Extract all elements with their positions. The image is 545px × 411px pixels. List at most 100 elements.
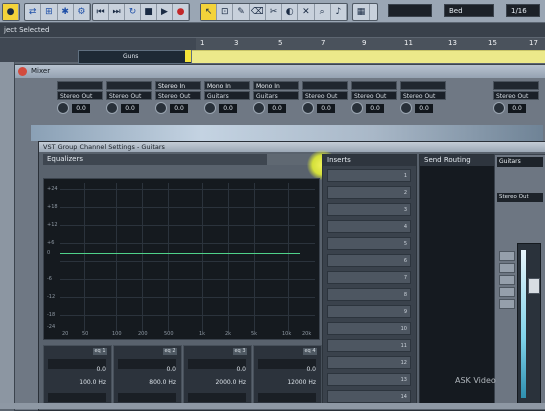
insert-slot[interactable]: 11 bbox=[327, 339, 411, 352]
strip-output[interactable]: Stereo Out bbox=[400, 91, 446, 100]
strip-output[interactable]: Guitars bbox=[253, 91, 299, 100]
monitor-button[interactable] bbox=[499, 299, 515, 309]
pan-knob-icon[interactable] bbox=[57, 102, 69, 114]
quantize-field[interactable]: 1/16 bbox=[506, 4, 540, 17]
eq-curve-display[interactable]: +24 +18 +12 +6 0 -6 -12 -18 -24 20 50 10… bbox=[43, 178, 320, 340]
mixer-strip[interactable]: Stereo Out 0.0 bbox=[302, 81, 348, 121]
strip-input[interactable] bbox=[351, 81, 397, 90]
eq-band-freq[interactable]: 100.0 Hz bbox=[48, 379, 106, 386]
auto-scroll-icon[interactable]: ✱ bbox=[58, 4, 74, 20]
activate-icon[interactable]: ● bbox=[3, 4, 19, 20]
constrain-icon[interactable]: ⇄ bbox=[25, 4, 42, 20]
scissors-icon[interactable]: ✂ bbox=[266, 4, 283, 20]
strip-input[interactable] bbox=[106, 81, 152, 90]
mute-icon[interactable]: ✕ bbox=[298, 4, 315, 20]
strip-input[interactable] bbox=[302, 81, 348, 90]
eraser-icon[interactable]: ⌫ bbox=[250, 4, 266, 20]
mixer-strip[interactable]: Stereo In Stereo Out 0.0 bbox=[155, 81, 201, 121]
q-knob-icon[interactable] bbox=[48, 393, 106, 402]
eq-band-gain[interactable]: 0.0 bbox=[188, 366, 246, 373]
eq-band-gain[interactable]: 0.0 bbox=[48, 366, 106, 373]
fader-handle[interactable] bbox=[528, 278, 540, 294]
strip-input[interactable] bbox=[400, 81, 446, 90]
stop-icon[interactable]: ■ bbox=[141, 4, 157, 20]
insert-slot[interactable]: 9 bbox=[327, 305, 411, 318]
eq-band-gain[interactable]: 0.0 bbox=[118, 366, 176, 373]
pan-knob-icon[interactable] bbox=[400, 102, 412, 114]
strip-input[interactable]: Mono In bbox=[204, 81, 250, 90]
insert-slot[interactable]: 12 bbox=[327, 356, 411, 369]
horizontal-scrollbar[interactable] bbox=[0, 403, 545, 409]
strip-input[interactable]: Stereo In bbox=[155, 81, 201, 90]
goto-end-icon[interactable]: ⏭ bbox=[109, 4, 125, 20]
eq-band-freq[interactable]: 800.0 Hz bbox=[118, 379, 176, 386]
mixer-strip[interactable]: Stereo Out 0.0 bbox=[57, 81, 103, 121]
insert-slot[interactable]: 1 bbox=[327, 169, 411, 182]
strip-output[interactable]: Stereo Out bbox=[155, 91, 201, 100]
eq-band-toggle[interactable]: eq 3 bbox=[233, 348, 247, 355]
mute-button[interactable] bbox=[499, 251, 515, 261]
mixer-strip[interactable]: Stereo Out 0.0 bbox=[351, 81, 397, 121]
audio-event-lane[interactable] bbox=[192, 50, 545, 63]
pan-knob-icon[interactable] bbox=[302, 102, 314, 114]
strip-input[interactable]: Mono In bbox=[253, 81, 299, 90]
q-knob-icon[interactable] bbox=[118, 393, 176, 402]
pan-knob-icon[interactable] bbox=[253, 102, 265, 114]
pan-knob-icon[interactable] bbox=[155, 102, 167, 114]
range-icon[interactable]: ⊡ bbox=[217, 4, 234, 20]
grid-type-field[interactable]: Bed bbox=[444, 4, 494, 17]
strip-output[interactable]: Stereo Out bbox=[106, 91, 152, 100]
eq-band-2[interactable]: eq 2 0.0 800.0 Hz bbox=[113, 345, 182, 409]
volume-fader[interactable] bbox=[517, 243, 541, 405]
eq-band-toggle[interactable]: eq 1 bbox=[93, 348, 107, 355]
goto-start-icon[interactable]: ⏮ bbox=[93, 4, 109, 20]
track-row[interactable]: Guns bbox=[78, 50, 192, 64]
mixer-title-bar[interactable]: Mixer bbox=[15, 65, 545, 78]
cycle-icon[interactable]: ↻ bbox=[125, 4, 141, 20]
close-icon[interactable] bbox=[18, 67, 27, 76]
eq-band-1[interactable]: eq 1 0.0 100.0 Hz bbox=[43, 345, 112, 409]
insert-slot[interactable]: 3 bbox=[327, 203, 411, 216]
eq-band-toggle[interactable]: eq 4 bbox=[303, 348, 317, 355]
strip-output[interactable]: Stereo Out bbox=[493, 91, 539, 100]
mixer-strip[interactable]: Stereo Out 0.0 bbox=[106, 81, 152, 121]
insert-slot[interactable]: 5 bbox=[327, 237, 411, 250]
write-button[interactable] bbox=[499, 287, 515, 297]
channel-settings-title[interactable]: VST Group Channel Settings - Guitars bbox=[39, 142, 545, 152]
pan-knob-icon[interactable] bbox=[351, 102, 363, 114]
pan-knob-icon[interactable] bbox=[204, 102, 216, 114]
pan-knob-icon[interactable] bbox=[493, 102, 505, 114]
insert-slot[interactable]: 13 bbox=[327, 373, 411, 386]
eq-curve[interactable] bbox=[60, 253, 300, 254]
pan-knob-icon[interactable] bbox=[106, 102, 118, 114]
insert-slot[interactable]: 4 bbox=[327, 220, 411, 233]
insert-slot[interactable]: 10 bbox=[327, 322, 411, 335]
strip-input[interactable] bbox=[493, 81, 539, 90]
eq-band-4[interactable]: eq 4 0.0 12000 Hz bbox=[253, 345, 322, 409]
insert-slot[interactable]: 8 bbox=[327, 288, 411, 301]
insert-slot[interactable]: 7 bbox=[327, 271, 411, 284]
zoom-icon[interactable]: ⌕ bbox=[315, 4, 331, 20]
strip-output[interactable]: Stereo Out bbox=[302, 91, 348, 100]
q-knob-icon[interactable] bbox=[258, 393, 316, 402]
insert-slot[interactable]: 6 bbox=[327, 254, 411, 267]
mixer-strip[interactable]: Stereo Out 0.0 bbox=[400, 81, 446, 121]
play-icon[interactable]: ▶ bbox=[157, 4, 173, 20]
eq-band-freq[interactable]: 12000 Hz bbox=[258, 379, 316, 386]
mixer-strip[interactable]: Mono In Guitars 0.0 bbox=[253, 81, 299, 121]
channel-name[interactable]: Guitars bbox=[497, 157, 543, 167]
settings-icon[interactable]: ⚙ bbox=[74, 4, 90, 20]
speaker-icon[interactable]: ♪ bbox=[331, 4, 347, 20]
insert-slot[interactable]: 14 bbox=[327, 390, 411, 403]
glue-icon[interactable]: ◐ bbox=[282, 4, 299, 20]
strip-output[interactable]: Stereo Out bbox=[351, 91, 397, 100]
channel-output[interactable]: Stereo Out bbox=[497, 193, 543, 202]
eq-band-3[interactable]: eq 3 0.0 2000.0 Hz bbox=[183, 345, 252, 409]
automation-icon[interactable]: ⊞ bbox=[41, 4, 58, 20]
eq-band-toggle[interactable]: eq 2 bbox=[163, 348, 177, 355]
solo-button[interactable] bbox=[499, 263, 515, 273]
q-knob-icon[interactable] bbox=[188, 393, 246, 402]
insert-slot[interactable]: 2 bbox=[327, 186, 411, 199]
pencil-icon[interactable]: ✎ bbox=[233, 4, 250, 20]
eq-band-gain[interactable]: 0.0 bbox=[258, 366, 316, 373]
